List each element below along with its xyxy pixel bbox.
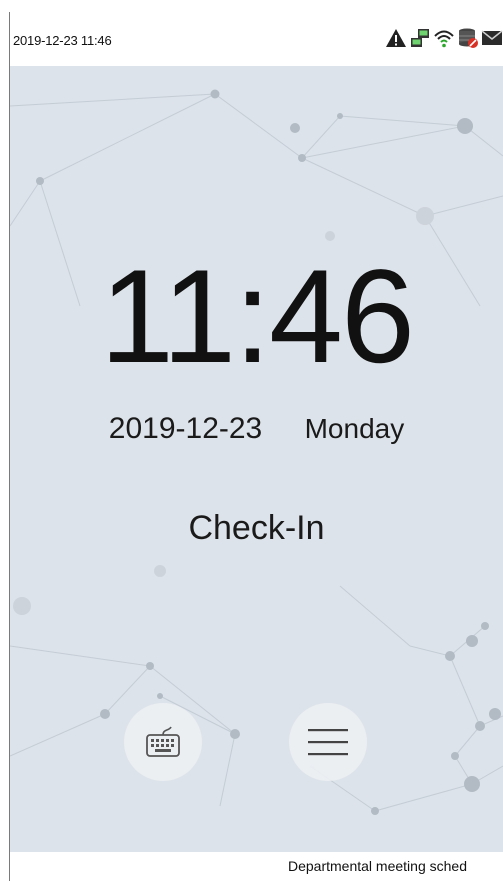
clock-time: 11:46 <box>100 243 415 391</box>
alert-icon <box>386 29 406 47</box>
menu-button[interactable] <box>289 703 367 781</box>
clock-date: 2019-12-23 <box>108 412 263 445</box>
mail-icon <box>481 30 503 45</box>
network-background <box>10 89 503 815</box>
wifi-icon <box>434 30 454 48</box>
home-screen: 11:46 2019-12-23 Monday Check-In <box>10 66 503 852</box>
announcement-ticker: Departmental meeting sched <box>10 852 503 881</box>
attendance-state[interactable]: Check-In <box>10 509 503 548</box>
ticker-text: Departmental meeting sched <box>288 858 467 874</box>
database-icon <box>459 28 478 48</box>
menu-icon <box>308 729 348 756</box>
network-icon <box>411 29 429 47</box>
status-bar: 2019-12-23 11:46 <box>10 12 503 66</box>
status-datetime: 2019-12-23 11:46 <box>13 33 112 48</box>
keyboard-icon <box>146 726 180 757</box>
date-row: 2019-12-23 Monday <box>10 412 503 446</box>
clock-weekday: Monday <box>304 413 405 444</box>
device-screen: 2019-12-23 11:46 11:46 2019-12-23 Monday… <box>0 0 503 881</box>
keyboard-button[interactable] <box>124 703 202 781</box>
status-icons <box>385 27 503 49</box>
